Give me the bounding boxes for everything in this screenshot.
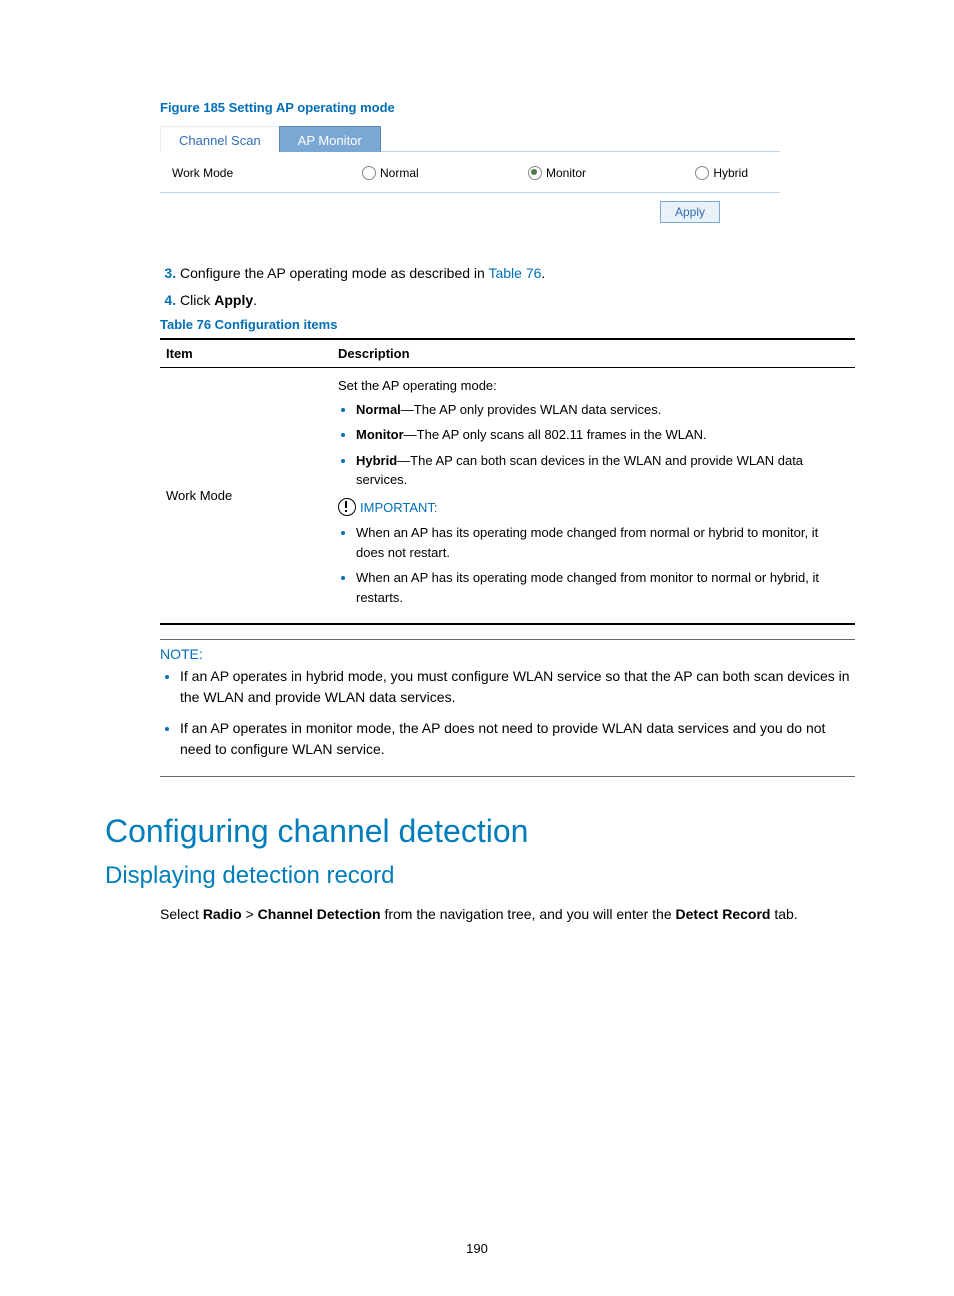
tab-ap-monitor[interactable]: AP Monitor (279, 126, 381, 152)
radio-monitor[interactable]: Monitor (528, 166, 586, 180)
config-table: Item Description Work Mode Set the AP op… (160, 338, 855, 625)
screenshot-figure: Channel Scan AP Monitor Work Mode Normal… (160, 121, 780, 223)
step-list: Configure the AP operating mode as descr… (160, 263, 849, 311)
work-mode-label: Work Mode (172, 166, 342, 180)
apply-button[interactable]: Apply (660, 201, 720, 223)
radio-icon (528, 166, 542, 180)
heading-1: Configuring channel detection (105, 813, 849, 850)
important-label: IMPORTANT: (338, 498, 849, 518)
radio-label: Hybrid (713, 166, 748, 180)
th-desc: Description (332, 339, 855, 368)
radio-icon (695, 166, 709, 180)
radio-hybrid[interactable]: Hybrid (695, 166, 748, 180)
th-item: Item (160, 339, 332, 368)
work-mode-row: Work Mode Normal Monitor Hybrid (160, 152, 780, 193)
tab-channel-scan[interactable]: Channel Scan (160, 126, 280, 152)
note-label: NOTE: (160, 646, 855, 662)
note-block: NOTE: If an AP operates in hybrid mode, … (160, 639, 855, 777)
figure-caption: Figure 185 Setting AP operating mode (160, 100, 849, 115)
table-76-link[interactable]: Table 76 (488, 265, 541, 281)
warning-icon (338, 498, 356, 516)
page-number: 190 (0, 1241, 954, 1256)
step-3: Configure the AP operating mode as descr… (180, 263, 849, 284)
radio-normal[interactable]: Normal (362, 166, 419, 180)
td-item: Work Mode (160, 368, 332, 625)
heading-2: Displaying detection record (105, 862, 849, 890)
body-paragraph: Select Radio > Channel Detection from th… (160, 904, 849, 925)
step-4: Click Apply. (180, 290, 849, 311)
td-desc: Set the AP operating mode: Normal—The AP… (332, 368, 855, 625)
radio-icon (362, 166, 376, 180)
note-item: If an AP operates in hybrid mode, you mu… (180, 666, 855, 708)
note-item: If an AP operates in monitor mode, the A… (180, 718, 855, 760)
radio-label: Monitor (546, 166, 586, 180)
tab-bar: Channel Scan AP Monitor (160, 121, 780, 152)
table-row: Work Mode Set the AP operating mode: Nor… (160, 368, 855, 625)
radio-label: Normal (380, 166, 419, 180)
table-caption: Table 76 Configuration items (160, 317, 849, 332)
